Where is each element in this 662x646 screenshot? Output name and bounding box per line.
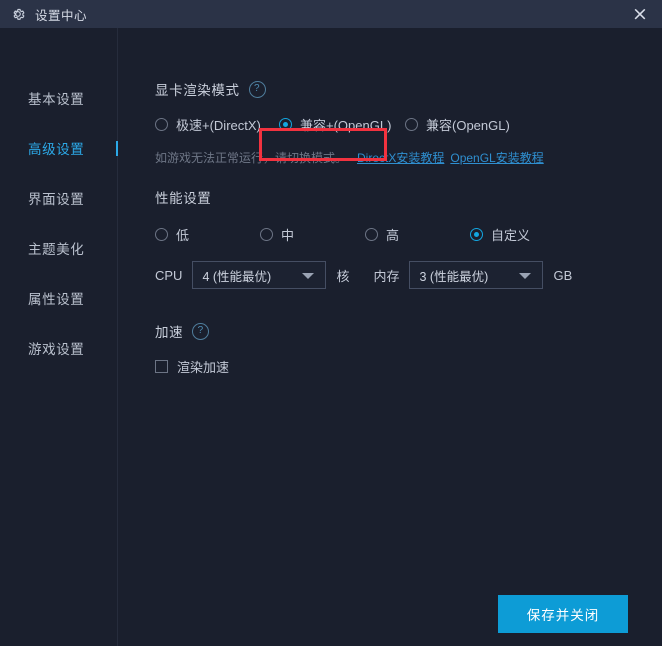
performance-radio-group: 低 中 高 自定义 (155, 225, 572, 244)
radio-label: 中 (281, 228, 295, 243)
sidebar-item-label: 基本设置 (28, 92, 85, 107)
help-icon-render-mode[interactable]: ? (248, 80, 266, 98)
performance-section: 性能设置 低 中 高 自定义 CPU 4 (性能最优) 核 内存 3 (性能最优… (155, 187, 572, 289)
radio-high[interactable]: 高 (365, 225, 470, 244)
radio-label: 兼容(OpenGL) (426, 118, 510, 133)
link-directx-tutorial[interactable]: DirectX安装教程 (357, 149, 444, 166)
radio-dot (155, 118, 168, 131)
radio-opengl-plus[interactable]: 兼容+(OpenGL) (279, 115, 397, 134)
cpu-unit: 核 (336, 268, 350, 284)
chevron-down-icon (302, 273, 315, 279)
help-icon-acceleration[interactable]: ? (192, 322, 210, 340)
sidebar-item-theme[interactable]: 主题美化 (0, 223, 117, 273)
memory-value: 3 (性能最优) (419, 269, 489, 284)
memory-select[interactable]: 3 (性能最优) (409, 261, 544, 289)
render-mode-section: 显卡渲染模式 ? 极速+(DirectX) 兼容+(OpenGL) 兼容(Ope… (155, 79, 544, 166)
render-mode-title-row: 显卡渲染模式 ? (155, 79, 544, 99)
performance-title: 性能设置 (155, 191, 212, 206)
memory-label: 内存 (373, 268, 400, 284)
sidebar: 基本设置 高级设置 界面设置 主题美化 属性设置 游戏设置 (0, 28, 118, 646)
acceleration-title-row: 加速 ? (155, 321, 229, 341)
radio-dot (155, 228, 168, 241)
radio-label: 高 (386, 228, 400, 243)
checkbox-box (155, 360, 168, 373)
radio-dot (405, 118, 418, 131)
radio-dot (260, 228, 273, 241)
active-indicator (116, 141, 118, 156)
resource-fields-row: CPU 4 (性能最优) 核 内存 3 (性能最优) GB (155, 261, 572, 289)
link-opengl-tutorial[interactable]: OpenGL安装教程 (450, 149, 543, 166)
radio-dot (365, 228, 378, 241)
radio-dot (279, 118, 292, 131)
radio-dot (470, 228, 483, 241)
acceleration-section: 加速 ? 渲染加速 (155, 321, 229, 376)
close-icon[interactable]: × (618, 0, 662, 28)
render-mode-title: 显卡渲染模式 (155, 83, 240, 98)
sidebar-item-interface[interactable]: 界面设置 (0, 173, 117, 223)
radio-opengl[interactable]: 兼容(OpenGL) (405, 115, 510, 134)
gear-icon (13, 8, 25, 20)
sidebar-item-game[interactable]: 游戏设置 (0, 323, 117, 373)
render-mode-hint-row: 如游戏无法正常运行，请切换模式。 DirectX安装教程 OpenGL安装教程 (155, 149, 544, 166)
radio-label: 低 (176, 228, 190, 243)
radio-label: 自定义 (491, 228, 531, 243)
sidebar-item-label: 界面设置 (28, 192, 85, 207)
render-mode-radio-group: 极速+(DirectX) 兼容+(OpenGL) 兼容(OpenGL) (155, 115, 544, 134)
save-and-close-button[interactable]: 保存并关闭 (498, 595, 628, 633)
radio-directx[interactable]: 极速+(DirectX) (155, 115, 271, 134)
settings-window: 设置中心 × 基本设置 高级设置 界面设置 主题美化 属性设置 游戏设置 显卡渲… (0, 0, 662, 646)
cpu-core-select[interactable]: 4 (性能最优) (192, 261, 327, 289)
chevron-down-icon (519, 273, 532, 279)
window-title: 设置中心 (35, 8, 88, 23)
checkbox-label: 渲染加速 (177, 360, 230, 375)
sidebar-item-label: 游戏设置 (28, 342, 85, 357)
radio-medium[interactable]: 中 (260, 225, 365, 244)
memory-unit: GB (553, 267, 573, 283)
radio-low[interactable]: 低 (155, 225, 260, 244)
sidebar-item-basic[interactable]: 基本设置 (0, 73, 117, 123)
sidebar-item-properties[interactable]: 属性设置 (0, 273, 117, 323)
render-mode-hint: 如游戏无法正常运行，请切换模式。 (155, 151, 348, 165)
radio-custom[interactable]: 自定义 (470, 225, 530, 244)
render-acceleration-checkbox[interactable]: 渲染加速 (155, 357, 229, 376)
title-bar: 设置中心 × (0, 0, 662, 28)
radio-label: 兼容+(OpenGL) (300, 118, 392, 133)
cpu-core-value: 4 (性能最优) (202, 269, 272, 284)
sidebar-item-advanced[interactable]: 高级设置 (0, 123, 118, 173)
radio-label: 极速+(DirectX) (176, 118, 261, 133)
sidebar-item-label: 属性设置 (28, 292, 85, 307)
sidebar-item-label: 主题美化 (28, 242, 85, 257)
cpu-label: CPU (155, 267, 183, 283)
sidebar-item-label: 高级设置 (28, 142, 85, 157)
content-panel: 显卡渲染模式 ? 极速+(DirectX) 兼容+(OpenGL) 兼容(Ope… (119, 28, 662, 646)
acceleration-title: 加速 (155, 325, 184, 340)
